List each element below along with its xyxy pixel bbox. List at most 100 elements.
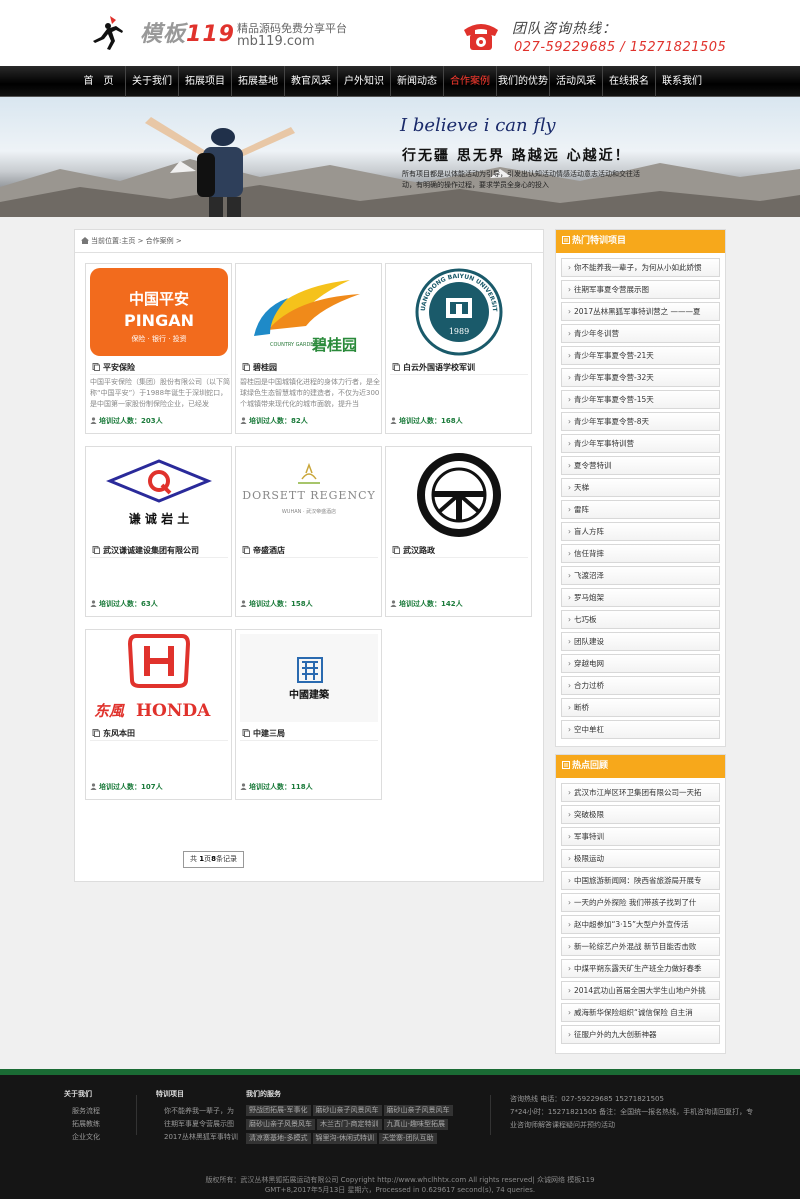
case-card-country-garden[interactable]: COUNTRY GARDEN 碧桂园 碧桂园 碧桂园是中国城镇化进程的身体力行者… [235, 263, 382, 434]
footer-service-tag[interactable]: 磨砂山亲子风景风车 [246, 1119, 315, 1130]
honda-logo-cn: 东風 [94, 702, 125, 720]
arrow-right-icon: › [568, 942, 571, 951]
nav-item[interactable]: 拓展基地 [231, 66, 284, 97]
qiancheng-logo-cn: 谦 诚 岩 土 [129, 511, 190, 526]
sidebar-link[interactable]: › 中煤平朔东露天矿生产班全力做好春季 [561, 959, 720, 978]
sidebar-link[interactable]: › 你不能养我一辈子，为何从小如此娇惯 [561, 258, 720, 277]
footer-link[interactable]: 你不能养我一辈子，为 [164, 1105, 238, 1118]
case-card-pingan[interactable]: 中国平安 PINGAN 保险 · 银行 · 投资 平安保险 中国平安保险（集团）… [85, 263, 232, 434]
sidebar-link[interactable]: › 征服户外的九大创新神器 [561, 1025, 720, 1044]
sidebar-link[interactable]: › 往期军事夏令营展示图 [561, 280, 720, 299]
logo-text[interactable]: 模板119 [140, 16, 235, 48]
nav-item[interactable]: 关于我们 [125, 66, 178, 97]
case-logo-qiancheng[interactable]: 谦 诚 岩 土 [90, 451, 228, 539]
home-icon[interactable] [81, 237, 89, 244]
sidebar-link[interactable]: › 盲人方阵 [561, 522, 720, 541]
case-card-qiancheng[interactable]: 谦 诚 岩 土 武汉谦诚建设集团有限公司 培训过人数：63人 [85, 446, 232, 617]
footer-service-tag[interactable]: 磨砂山亲子风景风车 [312, 1105, 382, 1116]
sidebar-link[interactable]: › 中国旅游新闻网：陕西省旅游局开展专 [561, 871, 720, 890]
sidebar-link[interactable]: › 极限运动 [561, 849, 720, 868]
sidebar-link[interactable]: › 团队建设 [561, 632, 720, 651]
dorsett-logo-name: DORSETT REGENCY [242, 489, 376, 502]
case-logo-baiyun[interactable]: GUANGDONG BAIYUN UNIVERSITY 1989 [390, 268, 528, 356]
sidebar-link[interactable]: › 信任背摔 [561, 544, 720, 563]
case-title[interactable]: 白云外国语学校军训 [392, 362, 475, 373]
case-logo-country-garden[interactable]: COUNTRY GARDEN 碧桂园 [240, 268, 378, 356]
footer-service-tag[interactable]: 野战团拓展-军事化 [246, 1105, 311, 1116]
case-card-baiyun[interactable]: GUANGDONG BAIYUN UNIVERSITY 1989 白云外国语学校… [385, 263, 532, 434]
sidebar-link[interactable]: › 雷阵 [561, 500, 720, 519]
sidebar-link[interactable]: › 武汉市江岸区环卫集团有限公司一天拓 [561, 783, 720, 802]
case-title[interactable]: 中建三局 [242, 728, 285, 739]
case-logo-dorsett[interactable]: DORSETT REGENCY WUHAN · 武汉帝盛酒店 [240, 451, 378, 539]
sidebar-link[interactable]: › 夏令营特训 [561, 456, 720, 475]
document-icon [242, 363, 250, 371]
sidebar-link[interactable]: › 断桥 [561, 698, 720, 717]
case-card-dorsett[interactable]: DORSETT REGENCY WUHAN · 武汉帝盛酒店 帝盛酒店 培训过人… [235, 446, 382, 617]
case-logo-pingan[interactable]: 中国平安 PINGAN 保险 · 银行 · 投资 [90, 268, 228, 356]
sidebar-link-text: 青少年军事特训营 [574, 439, 634, 448]
sidebar-link[interactable]: › 赵中超参加“3·15”大型户外宣传活 [561, 915, 720, 934]
sidebar-link-text: 信任背摔 [574, 549, 604, 558]
sidebar-link[interactable]: › 青少年军事夏令营-8天 [561, 412, 720, 431]
case-card-wuhan-luzheng[interactable]: 武汉路政 培训过人数：142人 [385, 446, 532, 617]
hotline-title: 团队咨询热线： [512, 21, 617, 37]
sidebar-link[interactable]: › 青少年军事夏令营-21天 [561, 346, 720, 365]
case-title[interactable]: 武汉谦诚建设集团有限公司 [92, 545, 199, 556]
case-card-cscec[interactable]: 中國建築 中建三局 培训过人数：118人 [235, 629, 382, 800]
sidebar-link[interactable]: › 罗马炮架 [561, 588, 720, 607]
hotline-numbers: 027-59229685 / 15271821505 [514, 40, 727, 55]
sidebar-link-text: 盲人方阵 [574, 527, 604, 536]
case-title[interactable]: 碧桂园 [242, 362, 277, 373]
sidebar-link[interactable]: › 威海新华保险组织“诚信保险 自主消 [561, 1003, 720, 1022]
nav-item[interactable]: 户外知识 [337, 66, 390, 97]
sidebar-link[interactable]: › 军事特训 [561, 827, 720, 846]
nav-item[interactable]: 教官风采 [284, 66, 337, 97]
footer-service-tag[interactable]: 锦里沟-休闲式特训 [312, 1133, 378, 1144]
sidebar-link[interactable]: › 七巧板 [561, 610, 720, 629]
footer-service-tag[interactable]: 木兰古门-商定特训 [317, 1119, 382, 1130]
case-logo-honda[interactable]: 东風 HONDA [90, 634, 228, 722]
breadcrumb-text[interactable]: 当前位置:主页 > 合作案例 > [91, 237, 182, 245]
sidebar-link[interactable]: › 天梯 [561, 478, 720, 497]
footer-service-tag[interactable]: 清凉寨基地-多模式 [246, 1133, 311, 1144]
sidebar-link[interactable]: › 穿越电网 [561, 654, 720, 673]
nav-item[interactable]: 新闻动态 [390, 66, 443, 97]
sidebar-link[interactable]: › 空中单杠 [561, 720, 720, 739]
footer-link[interactable]: 拓展教练 [72, 1118, 100, 1131]
footer-link[interactable]: 2017丛林黑狐军事特训 [164, 1131, 238, 1144]
footer-service-tag[interactable]: 磨砂山亲子风景风车 [383, 1105, 453, 1116]
sidebar-link[interactable]: › 突破极限 [561, 805, 720, 824]
footer-link[interactable]: 企业文化 [72, 1131, 100, 1144]
sidebar-link[interactable]: › 青少年军事夏令营-15天 [561, 390, 720, 409]
case-logo-cscec[interactable]: 中國建築 [240, 634, 378, 722]
sidebar-link[interactable]: › 一天的户外探险 我们带孩子找到了什 [561, 893, 720, 912]
sidebar-link[interactable]: › 新一轮综艺户外混战 新节目能否击败 [561, 937, 720, 956]
arrow-right-icon: › [568, 439, 571, 448]
nav-item[interactable]: 首 页 [72, 66, 125, 97]
footer-link[interactable]: 往期军事夏令营展示图 [164, 1118, 238, 1131]
case-title[interactable]: 武汉路政 [392, 545, 435, 556]
nav-item[interactable]: 我们的优势 [496, 66, 549, 97]
footer-service-tag[interactable]: 九真山-趣味型拓展 [383, 1119, 449, 1130]
nav-item[interactable]: 联系我们 [655, 66, 708, 97]
sidebar-hot-projects: 热门特训项目 › 你不能养我一辈子，为何从小如此娇惯 › 往期军事夏令营展示图 › 201… [555, 229, 726, 747]
footer-link[interactable]: 服务流程 [72, 1105, 100, 1118]
nav-item[interactable]: 活动风采 [549, 66, 602, 97]
nav-item[interactable]: 在线报名 [602, 66, 655, 97]
sidebar-link[interactable]: › 飞渡沼泽 [561, 566, 720, 585]
sidebar-link[interactable]: › 青少年冬训营 [561, 324, 720, 343]
case-title[interactable]: 平安保险 [92, 362, 135, 373]
case-card-honda[interactable]: 东風 HONDA 东风本田 培训过人数：107人 [85, 629, 232, 800]
footer-service-tag[interactable]: 天堂寨-团队互助 [379, 1133, 437, 1144]
nav-item[interactable]: 合作案例 [443, 66, 496, 97]
sidebar-link[interactable]: › 合力过桥 [561, 676, 720, 695]
sidebar-link[interactable]: › 青少年军事特训营 [561, 434, 720, 453]
sidebar-link[interactable]: › 青少年军事夏令营-32天 [561, 368, 720, 387]
nav-item[interactable]: 拓展项目 [178, 66, 231, 97]
sidebar-link[interactable]: › 2014武功山首届全国大学生山地户外挑 [561, 981, 720, 1000]
case-title[interactable]: 帝盛酒店 [242, 545, 285, 556]
case-logo-wuhan-luzheng[interactable] [390, 451, 528, 539]
sidebar-link[interactable]: › 2017丛林黑狐军事特训营之 ———夏 [561, 302, 720, 321]
case-title[interactable]: 东风本田 [92, 728, 135, 739]
